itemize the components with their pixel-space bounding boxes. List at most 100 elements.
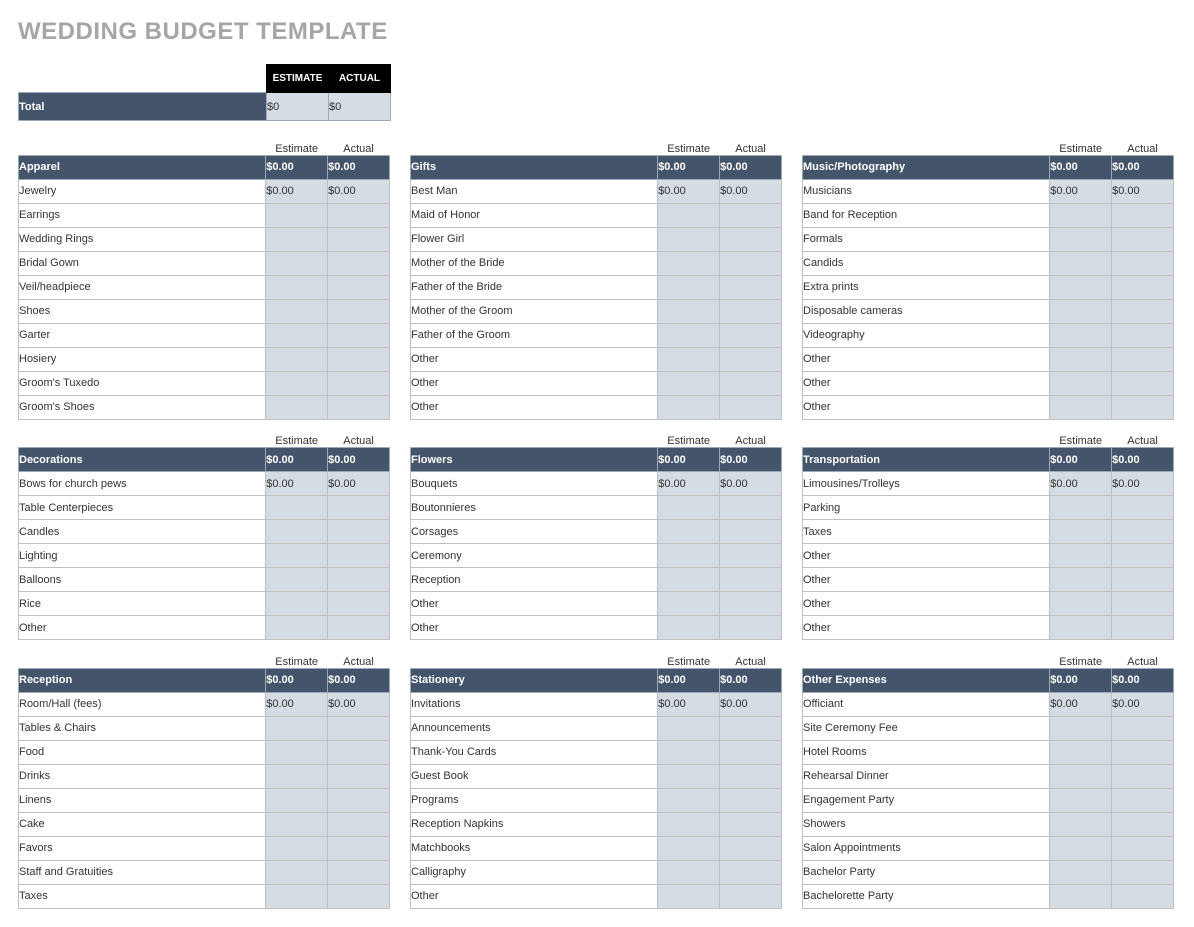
line-item-actual-cell[interactable]: [1112, 299, 1174, 323]
line-item-actual-cell[interactable]: [720, 371, 782, 395]
line-item-actual-cell[interactable]: [328, 496, 390, 520]
line-item-actual-cell[interactable]: [1112, 788, 1174, 812]
line-item-estimate-cell[interactable]: [1050, 203, 1112, 227]
line-item-actual-cell[interactable]: [1112, 395, 1174, 419]
line-item-estimate-cell[interactable]: [658, 520, 720, 544]
line-item-actual-cell[interactable]: [1112, 203, 1174, 227]
line-item-actual-cell[interactable]: [328, 716, 390, 740]
line-item-label[interactable]: Wedding Rings: [19, 227, 266, 251]
line-item-estimate-cell[interactable]: [266, 836, 328, 860]
line-item-label[interactable]: Other: [803, 592, 1050, 616]
line-item-label[interactable]: Other: [803, 371, 1050, 395]
line-item-label[interactable]: Staff and Gratuities: [19, 860, 266, 884]
line-item-actual-cell[interactable]: $0.00: [328, 472, 390, 496]
line-item-actual-cell[interactable]: [720, 788, 782, 812]
line-item-label[interactable]: Calligraphy: [411, 860, 658, 884]
line-item-actual-cell[interactable]: [720, 812, 782, 836]
total-estimate-cell[interactable]: $0: [267, 93, 329, 121]
line-item-estimate-cell[interactable]: $0.00: [658, 692, 720, 716]
line-item-estimate-cell[interactable]: [1050, 592, 1112, 616]
line-item-estimate-cell[interactable]: [658, 395, 720, 419]
line-item-label[interactable]: Balloons: [19, 568, 266, 592]
line-item-actual-cell[interactable]: [1112, 592, 1174, 616]
line-item-actual-cell[interactable]: [1112, 323, 1174, 347]
line-item-estimate-cell[interactable]: [1050, 371, 1112, 395]
line-item-estimate-cell[interactable]: [658, 227, 720, 251]
line-item-estimate-cell[interactable]: [1050, 716, 1112, 740]
line-item-estimate-cell[interactable]: [266, 616, 328, 640]
line-item-label[interactable]: Rehearsal Dinner: [803, 764, 1050, 788]
line-item-label[interactable]: Shoes: [19, 299, 266, 323]
line-item-label[interactable]: Invitations: [411, 692, 658, 716]
line-item-label[interactable]: Engagement Party: [803, 788, 1050, 812]
line-item-actual-cell[interactable]: [720, 616, 782, 640]
line-item-actual-cell[interactable]: [1112, 347, 1174, 371]
line-item-label[interactable]: Tables & Chairs: [19, 716, 266, 740]
line-item-label[interactable]: Band for Reception: [803, 203, 1050, 227]
line-item-estimate-cell[interactable]: [1050, 323, 1112, 347]
line-item-estimate-cell[interactable]: [266, 568, 328, 592]
line-item-label[interactable]: Other: [411, 371, 658, 395]
line-item-label[interactable]: Candles: [19, 520, 266, 544]
line-item-label[interactable]: Videography: [803, 323, 1050, 347]
line-item-actual-cell[interactable]: [328, 568, 390, 592]
line-item-estimate-cell[interactable]: [1050, 740, 1112, 764]
line-item-label[interactable]: Bows for church pews: [19, 472, 266, 496]
line-item-estimate-cell[interactable]: [658, 836, 720, 860]
line-item-actual-cell[interactable]: [1112, 716, 1174, 740]
line-item-label[interactable]: Bridal Gown: [19, 251, 266, 275]
line-item-estimate-cell[interactable]: [658, 496, 720, 520]
line-item-actual-cell[interactable]: [328, 740, 390, 764]
line-item-actual-cell[interactable]: $0.00: [328, 179, 390, 203]
line-item-label[interactable]: Limousines/Trolleys: [803, 472, 1050, 496]
line-item-label[interactable]: Rice: [19, 592, 266, 616]
line-item-estimate-cell[interactable]: [658, 371, 720, 395]
line-item-estimate-cell[interactable]: [658, 860, 720, 884]
line-item-estimate-cell[interactable]: [266, 275, 328, 299]
line-item-actual-cell[interactable]: [1112, 520, 1174, 544]
line-item-actual-cell[interactable]: [1112, 371, 1174, 395]
line-item-estimate-cell[interactable]: [266, 227, 328, 251]
line-item-label[interactable]: Bachelor Party: [803, 860, 1050, 884]
line-item-actual-cell[interactable]: [720, 568, 782, 592]
line-item-actual-cell[interactable]: [720, 347, 782, 371]
line-item-actual-cell[interactable]: [720, 764, 782, 788]
line-item-estimate-cell[interactable]: [1050, 884, 1112, 908]
line-item-estimate-cell[interactable]: [1050, 227, 1112, 251]
line-item-actual-cell[interactable]: [720, 860, 782, 884]
line-item-label[interactable]: Mother of the Bride: [411, 251, 658, 275]
line-item-estimate-cell[interactable]: [658, 764, 720, 788]
line-item-estimate-cell[interactable]: [266, 496, 328, 520]
line-item-label[interactable]: Programs: [411, 788, 658, 812]
line-item-actual-cell[interactable]: [720, 299, 782, 323]
line-item-label[interactable]: Thank-You Cards: [411, 740, 658, 764]
line-item-estimate-cell[interactable]: [266, 347, 328, 371]
line-item-estimate-cell[interactable]: $0.00: [1050, 179, 1112, 203]
line-item-estimate-cell[interactable]: [266, 764, 328, 788]
line-item-actual-cell[interactable]: [328, 275, 390, 299]
line-item-actual-cell[interactable]: [1112, 764, 1174, 788]
line-item-label[interactable]: Showers: [803, 812, 1050, 836]
line-item-estimate-cell[interactable]: [266, 884, 328, 908]
line-item-actual-cell[interactable]: [328, 251, 390, 275]
line-item-estimate-cell[interactable]: [658, 251, 720, 275]
line-item-estimate-cell[interactable]: $0.00: [1050, 472, 1112, 496]
line-item-actual-cell[interactable]: [1112, 836, 1174, 860]
line-item-actual-cell[interactable]: [328, 616, 390, 640]
line-item-estimate-cell[interactable]: [266, 203, 328, 227]
line-item-label[interactable]: Other: [411, 395, 658, 419]
line-item-label[interactable]: Favors: [19, 836, 266, 860]
line-item-estimate-cell[interactable]: $0.00: [266, 179, 328, 203]
line-item-estimate-cell[interactable]: [266, 860, 328, 884]
line-item-label[interactable]: Mother of the Groom: [411, 299, 658, 323]
line-item-label[interactable]: Room/Hall (fees): [19, 692, 266, 716]
line-item-actual-cell[interactable]: [328, 227, 390, 251]
line-item-label[interactable]: Reception: [411, 568, 658, 592]
line-item-actual-cell[interactable]: [720, 227, 782, 251]
line-item-estimate-cell[interactable]: [658, 275, 720, 299]
line-item-estimate-cell[interactable]: [658, 299, 720, 323]
line-item-actual-cell[interactable]: [1112, 860, 1174, 884]
line-item-actual-cell[interactable]: [720, 323, 782, 347]
line-item-label[interactable]: Groom's Shoes: [19, 395, 266, 419]
line-item-estimate-cell[interactable]: [1050, 299, 1112, 323]
